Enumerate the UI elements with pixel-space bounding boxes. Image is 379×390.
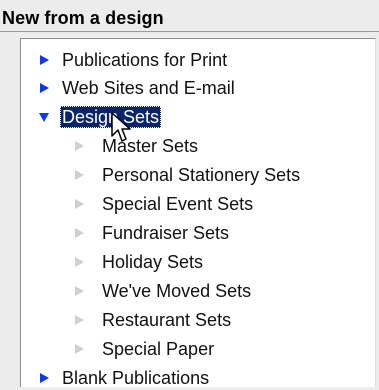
tree-item-restaurant-sets[interactable]: Restaurant Sets: [72, 307, 233, 332]
tree-item-label: Special Event Sets: [102, 193, 254, 214]
tree-item-label: We've Moved Sets: [102, 280, 252, 301]
tree-item-label: Web Sites and E-mail: [62, 77, 235, 98]
tree-item-holiday-sets[interactable]: Holiday Sets: [72, 249, 205, 274]
section-header: New from a design: [0, 0, 379, 34]
chevron-right-icon[interactable]: [72, 342, 85, 355]
chevron-right-icon[interactable]: [37, 371, 50, 384]
tree-item-blank-publications[interactable]: Blank Publications: [37, 365, 211, 390]
tree-item-label: Blank Publications: [62, 367, 210, 388]
tree-item-design-sets[interactable]: Design Sets: [37, 104, 162, 129]
tree-item-label: Personal Stationery Sets: [102, 164, 301, 185]
tree-item-label: Fundraiser Sets: [102, 222, 230, 243]
chevron-down-icon[interactable]: [37, 110, 50, 123]
tree-item-weve-moved-sets[interactable]: We've Moved Sets: [72, 278, 253, 303]
tree-item-special-event-sets[interactable]: Special Event Sets: [72, 191, 255, 216]
tree-item-label: Publications for Print: [62, 49, 228, 70]
tree-item-label: Special Paper: [102, 338, 215, 359]
design-tree-panel[interactable]: Publications for Print Web Sites and E-m…: [20, 38, 376, 390]
chevron-right-icon[interactable]: [37, 53, 50, 66]
chevron-right-icon[interactable]: [72, 139, 85, 152]
tree-item-fundraiser-sets[interactable]: Fundraiser Sets: [72, 220, 231, 245]
chevron-right-icon[interactable]: [72, 168, 85, 181]
chevron-right-icon[interactable]: [72, 226, 85, 239]
tree-item-personal-stationery-sets[interactable]: Personal Stationery Sets: [72, 162, 302, 187]
tree-item-web-sites-and-email[interactable]: Web Sites and E-mail: [37, 75, 237, 100]
chevron-right-icon[interactable]: [72, 255, 85, 268]
tree-item-publications-for-print[interactable]: Publications for Print: [37, 47, 229, 72]
tree-item-label: Holiday Sets: [102, 251, 204, 272]
section-divider: [0, 31, 379, 32]
mouse-cursor-icon: [111, 112, 131, 142]
chevron-right-icon[interactable]: [37, 81, 50, 94]
tree-item-special-paper[interactable]: Special Paper: [72, 336, 216, 361]
section-title: New from a design: [2, 8, 164, 28]
chevron-right-icon[interactable]: [72, 284, 85, 297]
tree-item-master-sets[interactable]: Master Sets: [72, 133, 200, 158]
chevron-right-icon[interactable]: [72, 197, 85, 210]
tree-item-label: Restaurant Sets: [102, 309, 232, 330]
chevron-right-icon[interactable]: [72, 313, 85, 326]
